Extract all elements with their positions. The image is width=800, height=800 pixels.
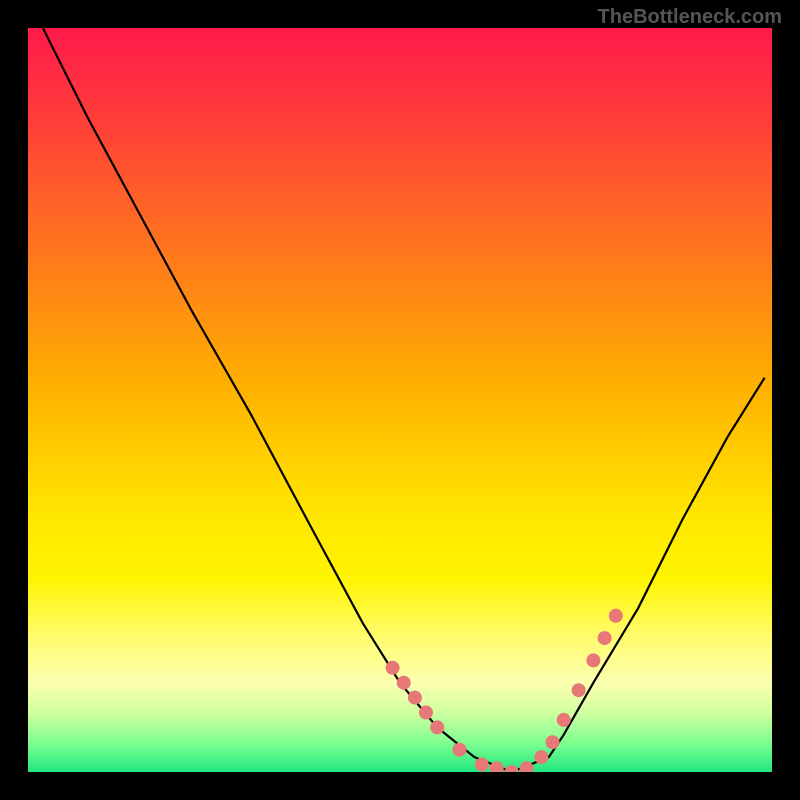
marker-dot	[572, 683, 586, 697]
marker-dot	[546, 735, 560, 749]
plot-area	[28, 28, 772, 772]
marker-dot	[397, 676, 411, 690]
marker-dot	[598, 631, 612, 645]
chart-svg	[28, 28, 772, 772]
marker-dot	[386, 661, 400, 675]
marker-dot	[505, 765, 519, 772]
marker-dot	[475, 758, 489, 772]
marker-dot	[534, 750, 548, 764]
marker-dot	[586, 653, 600, 667]
curve-line	[43, 28, 765, 772]
marker-dot	[609, 609, 623, 623]
marker-dots	[386, 609, 623, 772]
marker-dot	[419, 706, 433, 720]
chart-container: TheBottleneck.com	[0, 0, 800, 800]
watermark-text: TheBottleneck.com	[598, 6, 782, 29]
marker-dot	[557, 713, 571, 727]
marker-dot	[453, 743, 467, 757]
marker-dot	[430, 720, 444, 734]
marker-dot	[408, 691, 422, 705]
